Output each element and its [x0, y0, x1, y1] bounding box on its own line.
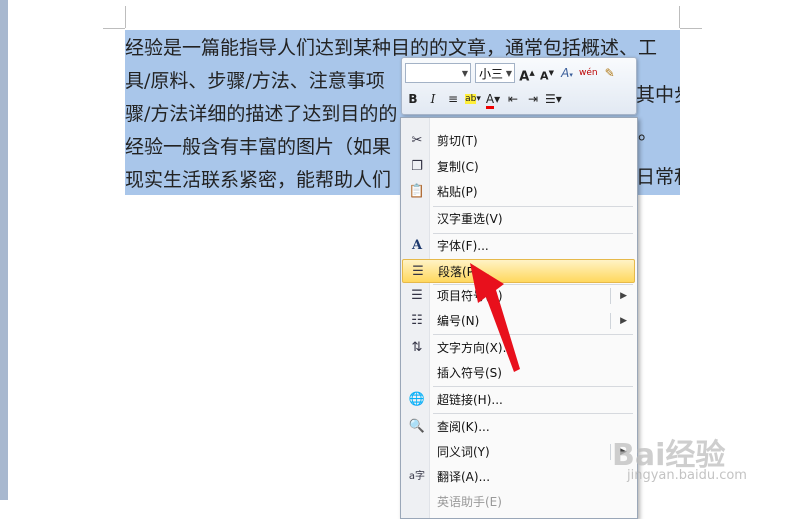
baidu-watermark: Bai经验 jingyan.baidu.com [612, 430, 792, 490]
arrow-icon [470, 263, 520, 372]
red-arrow-annotation [470, 263, 520, 372]
watermark-url: jingyan.baidu.com [627, 468, 747, 483]
